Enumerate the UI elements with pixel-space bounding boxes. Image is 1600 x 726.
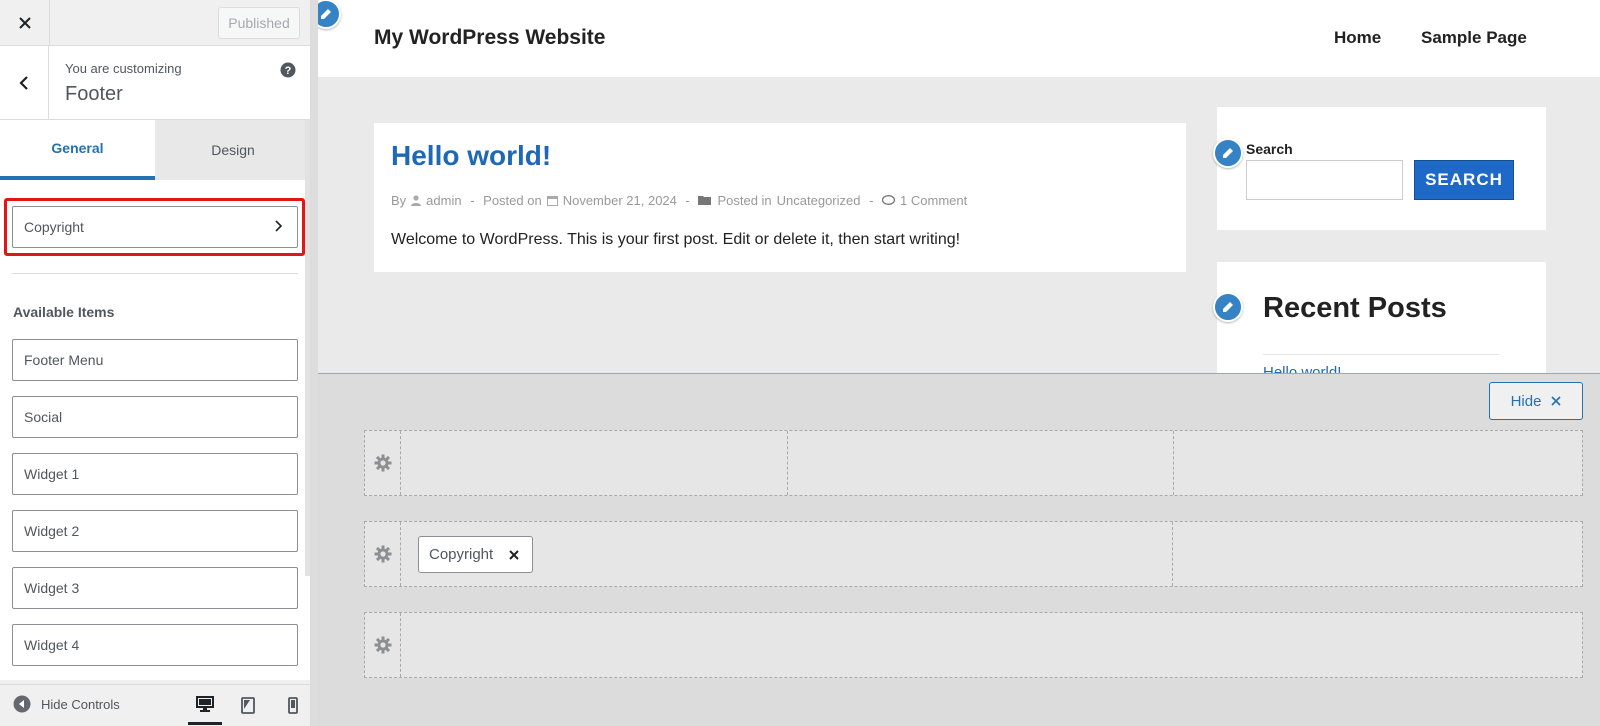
post-body: Welcome to WordPress. This is your first… (391, 231, 961, 248)
close-icon (1551, 396, 1561, 406)
site-preview: My WordPress Website Home Sample Page He… (318, 0, 1600, 373)
tab-general[interactable]: General (0, 120, 155, 180)
search-label: Search (1246, 141, 1293, 157)
search-button[interactable]: SEARCH (1414, 160, 1514, 200)
footer-builder: Hide Copyright (318, 373, 1600, 726)
recent-posts-divider (1263, 354, 1499, 355)
close-customizer-button[interactable] (0, 0, 50, 45)
tab-design[interactable]: Design (155, 120, 310, 180)
user-icon (411, 195, 422, 206)
copyright-chip-label: Copyright (429, 546, 494, 563)
posted-in-label: Posted in (717, 193, 772, 208)
panel-scrollbar[interactable] (305, 120, 310, 576)
row-settings-button[interactable] (365, 522, 401, 586)
svg-text:?: ? (285, 65, 292, 77)
comment-icon (882, 195, 896, 205)
available-items-title: Available Items (13, 304, 115, 320)
pencil-icon (1223, 148, 1233, 158)
hide-controls-label: Hide Controls (41, 696, 120, 712)
gear-icon (374, 545, 391, 563)
tablet-preview-button[interactable] (231, 685, 265, 725)
builder-row-bottom[interactable] (364, 612, 1583, 678)
recent-posts-widget: Recent Posts Hello world! (1217, 262, 1546, 373)
pencil-icon (1223, 302, 1233, 312)
column-divider (787, 431, 788, 495)
recent-post-link[interactable]: Hello world! (1263, 364, 1341, 373)
meta-sep: - (865, 193, 878, 208)
desktop-preview-button[interactable] (188, 685, 222, 725)
remove-icon[interactable] (504, 545, 524, 565)
section-title: Footer (65, 83, 123, 105)
tablet-icon (241, 696, 255, 714)
pencil-icon (321, 9, 331, 19)
hide-builder-label: Hide (1510, 392, 1542, 410)
edit-shortcut-search[interactable] (1213, 138, 1243, 168)
customizing-label: You are customizing (65, 61, 182, 76)
available-item-widget-4[interactable]: Widget 4 (12, 624, 298, 666)
collapse-icon (13, 695, 31, 713)
category-link[interactable]: Uncategorized (777, 193, 861, 208)
copyright-chip[interactable]: Copyright (418, 536, 533, 573)
desktop-icon (196, 695, 214, 712)
post-title[interactable]: Hello world! (391, 140, 551, 172)
customizer-topbar: Published (0, 0, 310, 46)
hide-builder-button[interactable]: Hide (1489, 382, 1583, 420)
gear-icon (374, 636, 391, 654)
back-button[interactable] (0, 46, 49, 119)
column-divider (1172, 522, 1173, 586)
site-title[interactable]: My WordPress Website (374, 26, 605, 50)
nav-sample-page[interactable]: Sample Page (1421, 28, 1527, 48)
available-item-widget-2[interactable]: Widget 2 (12, 510, 298, 552)
row-settings-button[interactable] (365, 431, 401, 495)
chevron-right-icon (275, 220, 283, 232)
author-link[interactable]: admin (426, 193, 461, 208)
customizer-panel: Published You are customizing Footer ? G… (0, 0, 311, 726)
section-header: You are customizing Footer ? (0, 46, 310, 120)
nav-home[interactable]: Home (1334, 28, 1381, 48)
publish-button[interactable]: Published (218, 7, 300, 39)
meta-sep: - (681, 193, 694, 208)
available-item-social[interactable]: Social (12, 396, 298, 438)
post-meta: By admin - Posted on November 21, 2024 -… (391, 193, 967, 208)
customizer-footer: Hide Controls (0, 684, 310, 726)
row-settings-button[interactable] (365, 613, 401, 677)
mobile-preview-button[interactable] (276, 685, 310, 725)
edit-shortcut-recent-posts[interactable] (1213, 292, 1243, 322)
posted-on-label: Posted on (483, 193, 542, 208)
available-item-widget-3[interactable]: Widget 3 (12, 567, 298, 609)
search-widget: Search SEARCH (1217, 107, 1546, 230)
chevron-left-icon (19, 75, 28, 90)
gear-icon (374, 454, 391, 472)
divider (12, 273, 298, 274)
copyright-control[interactable]: Copyright (12, 206, 298, 248)
by-label: By (391, 193, 407, 208)
post-date[interactable]: November 21, 2024 (563, 193, 677, 208)
builder-row-main[interactable]: Copyright (364, 521, 1583, 587)
builder-row-top[interactable] (364, 430, 1583, 496)
copyright-control-label: Copyright (24, 219, 84, 235)
mobile-icon (288, 696, 298, 714)
close-icon (18, 16, 31, 29)
search-input[interactable] (1246, 160, 1403, 200)
recent-posts-title: Recent Posts (1263, 292, 1447, 324)
column-divider (1173, 431, 1174, 495)
help-icon[interactable]: ? (280, 62, 296, 78)
meta-sep: - (466, 193, 479, 208)
calendar-icon (546, 196, 558, 206)
comments-link[interactable]: 1 Comment (900, 193, 967, 208)
site-header: My WordPress Website Home Sample Page (318, 0, 1600, 77)
folder-icon (698, 196, 712, 205)
panel-tabs: General Design (0, 120, 310, 180)
available-item-footer-menu[interactable]: Footer Menu (12, 339, 298, 381)
hide-controls-button[interactable]: Hide Controls (13, 695, 120, 713)
post-card: Hello world! By admin - Posted on Novemb… (374, 123, 1186, 272)
available-item-widget-1[interactable]: Widget 1 (12, 453, 298, 495)
